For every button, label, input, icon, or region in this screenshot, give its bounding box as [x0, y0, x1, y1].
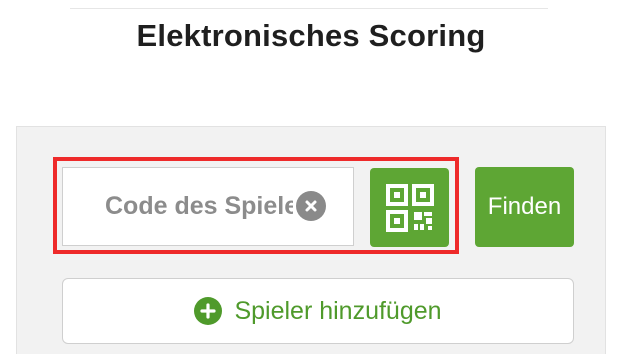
add-player-label: Spieler hinzufügen: [234, 296, 442, 325]
plus-circle-icon: [194, 297, 223, 325]
find-button[interactable]: Finden: [475, 167, 574, 247]
add-player-button[interactable]: Spieler hinzufügen: [62, 278, 574, 344]
page: Elektronisches Scoring Code des Spielers…: [0, 0, 622, 354]
highlight-box: [53, 157, 459, 254]
page-title: Elektronisches Scoring: [136, 18, 486, 53]
divider: [70, 8, 548, 9]
